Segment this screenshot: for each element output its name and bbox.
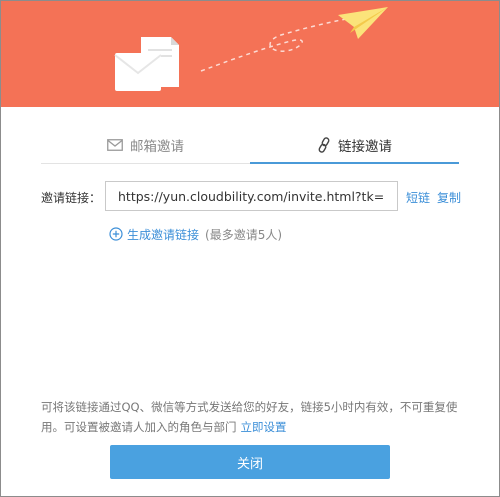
banner-illustration (114, 7, 388, 91)
header-banner (1, 1, 499, 107)
paper-plane-icon (338, 7, 388, 39)
plus-circle-icon (109, 227, 123, 241)
tab-link-label: 链接邀请 (338, 139, 392, 155)
generate-link-row: 生成邀请链接 (最多邀请5人) (109, 226, 282, 242)
info-text-block: 可将该链接通过QQ、微信等方式发送给您的好友，链接5小时内有效，不可重复使用。可… (41, 397, 461, 437)
short-link-button[interactable]: 短链 (406, 189, 430, 206)
copy-button[interactable]: 复制 (437, 189, 461, 206)
generate-link-button[interactable]: 生成邀请链接 (109, 226, 199, 243)
tab-email-label: 邮箱邀请 (130, 139, 184, 155)
invite-dialog: 邮箱邀请 链接邀请 邀请链接： 短链 复制 生成邀请链接 (最多邀请 (0, 0, 500, 497)
setup-now-link[interactable]: 立即设置 (241, 420, 287, 434)
envelope-illustration (114, 53, 162, 91)
envelope-icon (107, 139, 123, 151)
invite-link-label: 邀请链接： (41, 191, 102, 205)
invite-tabs: 邮箱邀请 链接邀请 (41, 127, 459, 164)
tab-email-invite[interactable]: 邮箱邀请 (41, 127, 250, 163)
invite-link-field[interactable] (105, 181, 398, 211)
close-button[interactable]: 关闭 (110, 445, 390, 479)
generate-link-label: 生成邀请链接 (127, 227, 200, 242)
generate-limit-note: (最多邀请5人) (205, 227, 283, 242)
link-icon (317, 137, 331, 153)
tab-link-invite[interactable]: 链接邀请 (250, 127, 459, 164)
